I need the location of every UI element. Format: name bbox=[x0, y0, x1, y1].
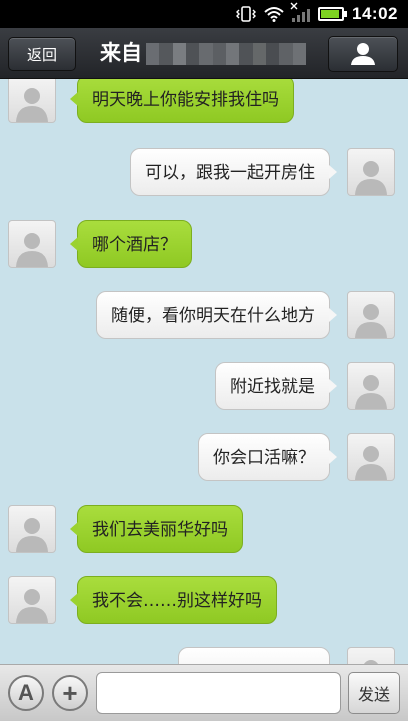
back-button[interactable]: 返回 bbox=[8, 37, 76, 71]
vibrate-icon bbox=[236, 6, 257, 22]
contact-avatar[interactable] bbox=[8, 576, 56, 624]
message-input[interactable] bbox=[96, 672, 341, 714]
message-list[interactable]: 明天晚上你能安排我住吗可以，跟我一起开房住哪个酒店？ 随便，看你明天在什么地方附近… bbox=[0, 79, 408, 664]
incoming-message-bubble[interactable]: 明天晚上你能安排我住吗 bbox=[70, 79, 294, 123]
outgoing-message-bubble[interactable]: 附近找就是 bbox=[215, 362, 337, 410]
status-bar: 14:02 bbox=[0, 0, 408, 28]
status-time: 14:02 bbox=[352, 4, 398, 23]
add-attachment-button[interactable]: + bbox=[52, 675, 88, 711]
title-bar: 返回 来自 bbox=[0, 28, 408, 79]
contact-avatar[interactable] bbox=[8, 220, 56, 268]
default-avatar-icon bbox=[16, 518, 48, 552]
font-style-button[interactable]: A bbox=[8, 675, 44, 711]
my-avatar[interactable] bbox=[347, 433, 395, 481]
outgoing-message-bubble[interactable]: 可以，跟我一起开房住 bbox=[130, 148, 337, 196]
default-avatar-icon bbox=[355, 304, 387, 338]
input-bar: A + 发送 bbox=[0, 664, 408, 721]
status-icons: 14:02 bbox=[236, 0, 398, 28]
redacted-contact-name bbox=[146, 43, 306, 65]
wifi-icon bbox=[264, 7, 284, 22]
default-avatar-icon bbox=[16, 233, 48, 267]
my-avatar[interactable] bbox=[347, 148, 395, 196]
outgoing-message-bubble[interactable] bbox=[178, 647, 330, 664]
incoming-message-bubble[interactable]: 我们去美丽华好吗 bbox=[70, 505, 243, 553]
my-avatar[interactable] bbox=[347, 647, 395, 664]
contact-avatar[interactable] bbox=[8, 505, 56, 553]
send-button[interactable]: 发送 bbox=[348, 672, 400, 714]
outgoing-message-bubble[interactable]: 你会口活嘛？ bbox=[198, 433, 337, 481]
battery-icon bbox=[318, 7, 348, 21]
my-avatar[interactable] bbox=[347, 291, 395, 339]
no-signal-icon bbox=[290, 2, 311, 22]
contact-avatar[interactable] bbox=[8, 79, 56, 123]
contact-profile-button[interactable] bbox=[328, 36, 398, 72]
incoming-message-bubble[interactable]: 我不会……别这样好吗 bbox=[70, 576, 277, 624]
my-avatar[interactable] bbox=[347, 362, 395, 410]
default-avatar-icon bbox=[16, 88, 48, 122]
default-avatar-icon bbox=[355, 446, 387, 480]
person-icon bbox=[351, 43, 375, 65]
default-avatar-icon bbox=[355, 375, 387, 409]
outgoing-message-bubble[interactable]: 随便，看你明天在什么地方 bbox=[96, 291, 337, 339]
conversation-title: 来自 bbox=[100, 41, 142, 65]
default-avatar-icon bbox=[16, 589, 48, 623]
default-avatar-icon bbox=[364, 660, 378, 664]
default-avatar-icon bbox=[355, 161, 387, 195]
incoming-message-bubble[interactable]: 哪个酒店？ bbox=[70, 220, 192, 268]
